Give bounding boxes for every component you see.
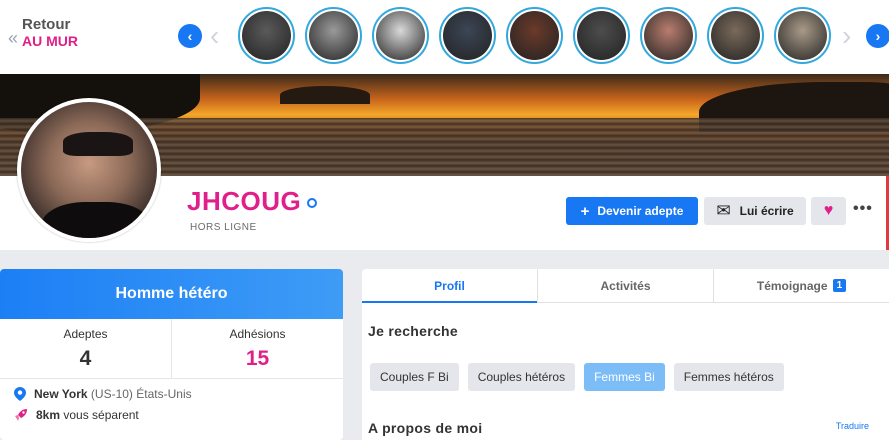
orientation-banner: Homme hétéro [0,269,343,319]
faded-chevron-right-icon: › [842,20,852,51]
stat-value: 4 [79,346,92,370]
profile-details-card: Profil Activités Témoignage 1 Je recherc… [362,269,889,440]
location-row: New York (US-10) États-Unis [14,387,343,401]
looking-for-chips: Couples F Bi Couples hétéros Femmes Bi F… [370,363,784,391]
profile-thumbnail[interactable] [573,7,630,64]
top-navigation: « Retour AU MUR ‹ ‹ › › [0,0,889,74]
region: (US-10) États-Unis [90,387,192,401]
profile-thumbnail[interactable] [439,7,496,64]
tab-activities[interactable]: Activités [537,269,713,302]
distance-row: 8km vous séparent [14,408,343,422]
distance-value: 8km [36,408,61,422]
thumbnail-image [778,11,827,60]
chip-couples-hetero[interactable]: Couples hétéros [467,363,576,391]
map-pin-icon [14,387,26,401]
chip-couples-bi[interactable]: Couples F Bi [370,363,459,391]
profile-thumbnail[interactable] [305,7,362,64]
follow-button[interactable]: + Devenir adepte [566,197,698,225]
profile-thumbnail[interactable] [238,7,295,64]
chevron-right-icon: › [875,28,881,44]
stat-followers[interactable]: Adeptes 4 [0,319,171,378]
prev-arrow-button[interactable]: ‹ [178,24,202,48]
write-label: Lui écrire [739,204,794,218]
username: JHCOUG [187,186,302,216]
translate-link[interactable]: Traduire [836,421,869,431]
profile-thumbnail[interactable] [707,7,764,64]
back-to-wall-link[interactable]: « Retour AU MUR [8,16,78,49]
plus-icon: + [580,202,590,220]
city: New York [34,387,88,401]
like-button[interactable]: ♥ [811,197,846,225]
chevron-left-icon: ‹ [187,28,193,44]
thumbnail-image [711,11,760,60]
more-dots-icon: ••• [853,200,873,217]
back-label: Retour [22,16,71,33]
thumbnail-image [443,11,492,60]
tab-testimonials[interactable]: Témoignage 1 [713,269,889,302]
wall-label: AU MUR [22,33,79,49]
thumbnail-image [577,11,626,60]
more-options-button[interactable]: ••• [853,200,873,218]
thumbnail-image [376,11,425,60]
faded-chevron-left-icon: ‹ [210,20,220,51]
tab-label: Profil [434,278,465,293]
envelope-icon: ✉ [716,201,731,220]
stat-label: Adhésions [229,326,286,341]
about-title: A propos de moi [368,420,483,436]
double-chevron-left-icon: « [8,28,19,48]
thumbnail-image [644,11,693,60]
stats-row: Adeptes 4 Adhésions 15 [0,319,343,379]
profile-thumbnail[interactable] [372,7,429,64]
write-message-button[interactable]: ✉ Lui écrire [704,197,806,225]
online-status: HORS LIGNE [190,222,257,233]
tab-label: Activités [600,278,651,293]
tab-profile[interactable]: Profil [362,269,537,303]
count-badge: 1 [832,279,847,292]
tab-label: Témoignage [756,278,828,293]
thumbnail-image [242,11,291,60]
looking-for-title: Je recherche [368,323,458,339]
profile-tabs: Profil Activités Témoignage 1 [362,269,889,303]
stat-value: 15 [245,346,270,370]
chip-women-bi[interactable]: Femmes Bi [584,363,665,391]
distance-text: vous séparent [63,408,139,422]
profile-thumbnails [238,7,831,64]
thumbnail-image [510,11,559,60]
profile-thumbnail[interactable] [774,7,831,64]
profile-summary-card: Homme hétéro Adeptes 4 Adhésions 15 New … [0,269,343,440]
next-arrow-button[interactable]: › [866,24,889,48]
profile-thumbnail[interactable] [640,7,697,64]
stat-memberships[interactable]: Adhésions 15 [171,319,343,378]
avatar[interactable] [17,98,161,242]
profile-thumbnail[interactable] [506,7,563,64]
follow-label: Devenir adepte [597,204,684,218]
heart-icon: ♥ [823,202,834,219]
stat-label: Adeptes [63,326,108,341]
thumbnail-image [309,11,358,60]
status-dot-icon [307,198,317,208]
location-info: New York (US-10) États-Unis 8km vous sép… [0,379,343,422]
rocket-icon [15,409,27,421]
chip-women-hetero[interactable]: Femmes hétéros [673,363,784,391]
